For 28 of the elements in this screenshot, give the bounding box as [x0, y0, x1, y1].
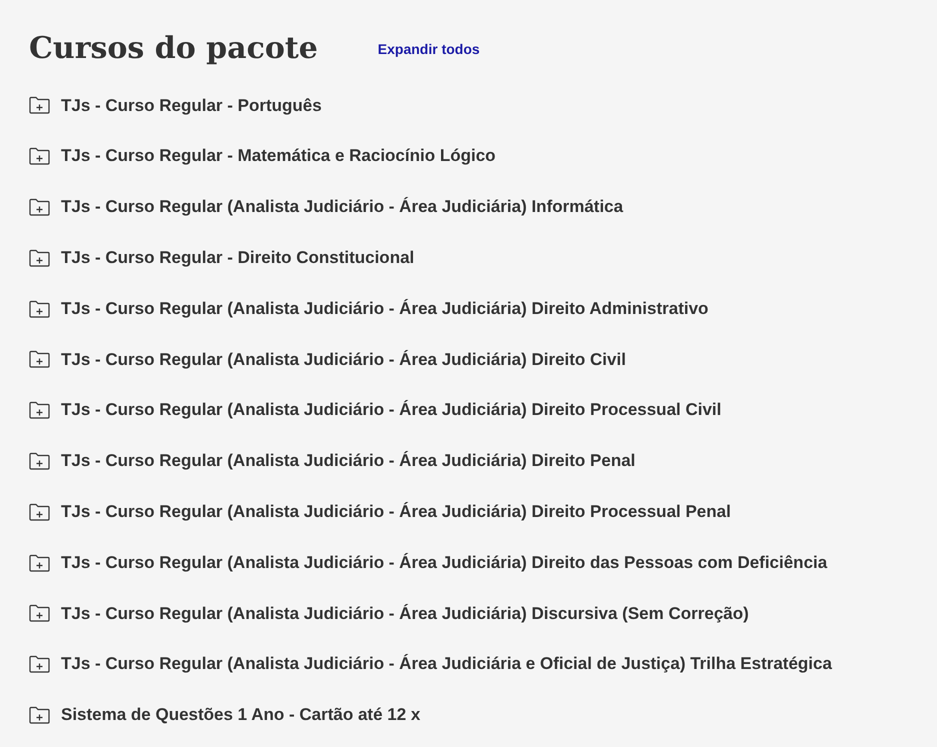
folder-plus-icon[interactable] — [29, 300, 51, 318]
folder-plus-icon[interactable] — [29, 554, 51, 572]
folder-plus-icon[interactable] — [29, 502, 51, 521]
folder-plus-icon[interactable] — [29, 655, 51, 674]
folder-plus-icon[interactable] — [29, 706, 51, 724]
course-title[interactable]: TJs - Curso Regular (Analista Judiciário - Área Judiciária) Discursiva (Sem Correção) — [61, 600, 749, 626]
course-title[interactable]: TJs - Curso Regular (Analista Judiciário - Área Judiciária) Direito Administrativo — [61, 296, 708, 322]
course-title[interactable]: TJs - Curso Regular - Direito Constitucional — [61, 245, 414, 271]
course-title[interactable]: TJs - Curso Regular (Analista Judiciário - Área Judiciária) Direito Processual Penal — [61, 499, 731, 525]
course-title[interactable]: Sistema de Questões 1 Ano - Cartão até 12 x — [61, 702, 420, 728]
course-title[interactable]: TJs - Curso Regular (Analista Judiciário - Área Judiciária e Oficial de Justiça) Trilha Estratégica — [61, 651, 832, 677]
folder-plus-icon[interactable] — [29, 604, 51, 622]
course-title[interactable]: TJs - Curso Regular - Matemática e Raciocínio Lógico — [61, 143, 496, 169]
course-title[interactable]: TJs - Curso Regular (Analista Judiciário - Área Judiciária) Direito das Pessoas com Deficiência — [61, 550, 828, 576]
folder-plus-icon[interactable] — [29, 248, 51, 267]
course-title[interactable]: TJs - Curso Regular (Analista Judiciário - Área Judiciária) Direito Civil — [61, 346, 626, 372]
folder-plus-icon[interactable] — [29, 452, 51, 470]
section-heading: Cursos do pacote — [29, 34, 318, 64]
course-title[interactable]: TJs - Curso Regular (Analista Judiciário - Área Judiciária) Direito Processual Civil — [61, 397, 722, 423]
course-title[interactable]: TJs - Curso Regular - Português — [61, 92, 322, 118]
folder-plus-icon[interactable] — [29, 96, 51, 114]
course-title[interactable]: TJs - Curso Regular (Analista Judiciário - Área Judiciária) Informática — [61, 194, 624, 220]
folder-plus-icon[interactable] — [29, 147, 51, 166]
course-title[interactable]: TJs - Curso Regular (Analista Judiciário - Área Judiciária) Direito Penal — [61, 448, 636, 474]
folder-plus-icon[interactable] — [29, 401, 51, 420]
expand-all-link[interactable]: Expandir todos — [378, 38, 480, 60]
folder-plus-icon[interactable] — [29, 198, 51, 216]
folder-plus-icon[interactable] — [29, 350, 51, 368]
